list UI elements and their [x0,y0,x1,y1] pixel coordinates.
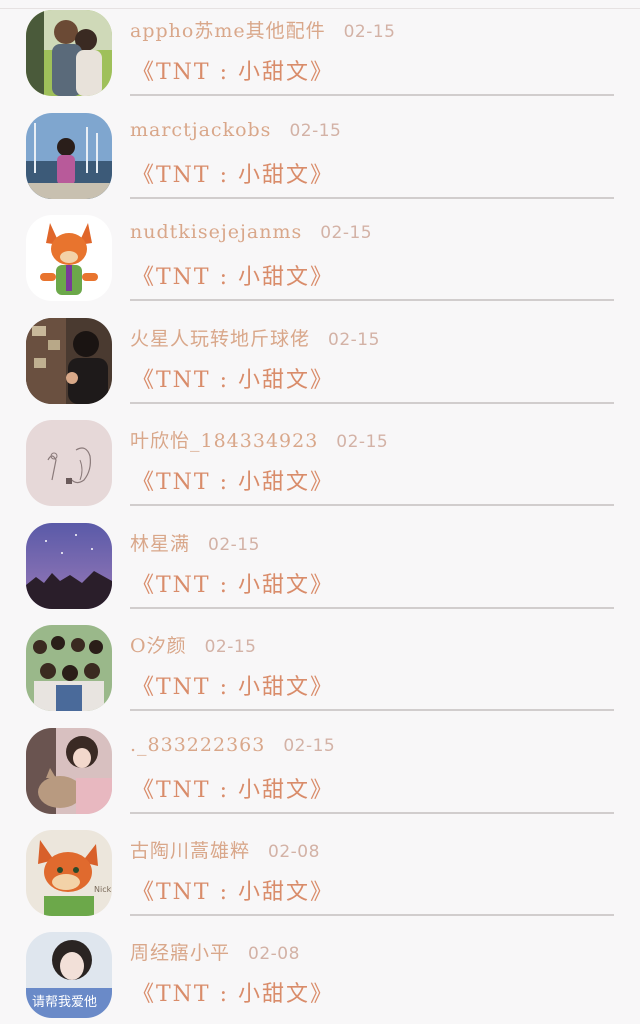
avatar[interactable] [26,215,112,301]
item-date: 02-15 [320,223,373,243]
group-photo-icon [26,625,112,711]
avatar[interactable]: 请帮我爱他 [26,932,112,1018]
item-title[interactable]: 《TNT : 小甜文》 [132,772,334,804]
item-title[interactable]: 《TNT : 小甜文》 [132,669,334,701]
item-title[interactable]: 《TNT : 小甜文》 [132,362,334,394]
couple-photo-icon [26,10,112,96]
avatar[interactable] [26,523,112,609]
item-name: ._833222363 02-15 [130,734,336,756]
row-divider [130,402,614,404]
item-date: 02-15 [208,535,260,555]
night-sky-icon [26,523,112,609]
item-title[interactable]: 《TNT : 小甜文》 [132,464,334,496]
item-name: 林星满 02-15 [130,533,260,555]
item-title[interactable]: 《TNT : 小甜文》 [132,157,334,189]
item-title[interactable]: 《TNT : 小甜文》 [132,567,334,599]
item-date: 02-15 [283,736,336,756]
avatar[interactable]: Nick Wild [26,830,112,916]
list-item[interactable]: O汐颜 02-15 《TNT : 小甜文》 [0,615,640,717]
item-name: appho苏me其他配件 02-15 [130,20,396,42]
avatar-caption: Nick Wild [94,885,112,894]
row-divider [130,812,614,814]
row-divider [130,197,614,199]
item-date: 02-15 [289,121,342,141]
item-date: 02-15 [328,330,380,350]
fox-cartoon-icon [26,215,112,301]
fox-nick-wilde-icon: Nick Wild [26,830,112,916]
list-item[interactable]: Nick Wild 古陶川蒿雄粹02-08 《TNT : 小甜文》 [0,820,640,922]
item-title[interactable]: 《TNT : 小甜文》 [132,976,334,1008]
item-title[interactable]: 《TNT : 小甜文》 [132,874,334,906]
item-title[interactable]: 《TNT : 小甜文》 [132,259,334,291]
item-name: O汐颜 02-15 [130,635,257,657]
item-date: 02-08 [248,944,300,964]
list-item[interactable]: 叶欣怡_184334923 02-15 《TNT : 小甜文》 [0,410,640,512]
item-date: 02-15 [336,432,389,452]
avatar[interactable] [26,10,112,96]
cat-photo-icon [26,728,112,814]
list-item[interactable]: 请帮我爱他 周经寤小平 02-08 《TNT : 小甜文》 [0,922,640,1024]
avatar[interactable] [26,113,112,199]
item-name: marctjackobs 02-15 [130,119,342,141]
item-name: 叶欣怡_184334923 02-15 [130,430,389,452]
item-name: 火星人玩转地斤球佬 02-15 [130,328,380,350]
avatar[interactable] [26,318,112,404]
list-item[interactable]: 林星满 02-15 《TNT : 小甜文》 [0,513,640,615]
item-name: nudtkisejejanms 02-15 [130,221,373,243]
list-item[interactable]: ._833222363 02-15 《TNT : 小甜文》 [0,718,640,820]
row-divider [130,709,614,711]
avatar[interactable] [26,420,112,506]
item-name: 古陶川蒿雄粹 02-08 [130,840,320,862]
avatar[interactable] [26,728,112,814]
row-divider [130,94,614,96]
list-item[interactable]: nudtkisejejanms 02-15 《TNT : 小甜文》 [0,205,640,307]
row-divider [130,607,614,609]
person-photo-icon [26,318,112,404]
avatar[interactable] [26,625,112,711]
sketch-drawing-icon [26,420,112,506]
list-item[interactable]: marctjackobs 02-15 《TNT : 小甜文》 [0,103,640,205]
row-divider [130,914,614,916]
item-date: 02-08 [268,842,320,862]
item-date: 02-15 [204,637,257,657]
item-title[interactable]: 《TNT : 小甜文》 [132,54,334,86]
row-divider [130,299,614,301]
item-name: 周经寤小平 02-08 [130,942,300,964]
girl-photo-icon: 请帮我爱他 [26,932,112,1018]
row-divider [130,504,614,506]
avatar-caption: 请帮我爱他 [32,995,97,1010]
harbor-photo-icon [26,113,112,199]
item-date: 02-15 [343,22,396,42]
list-item[interactable]: 火星人玩转地斤球佬 02-15 《TNT : 小甜文》 [0,308,640,410]
list-item[interactable]: appho苏me其他配件 02-15 《TNT : 小甜文》 [0,0,640,102]
